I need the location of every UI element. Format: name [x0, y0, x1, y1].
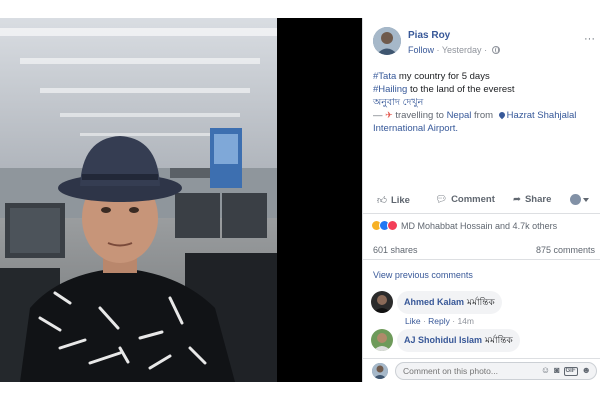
location-pin-icon	[497, 110, 506, 120]
sticker-icon[interactable]: ☻	[582, 365, 591, 375]
love-reaction-icon	[387, 220, 398, 231]
comment-like-link[interactable]: Like	[405, 316, 421, 326]
engagement-counts: 601 shares 875 comments	[363, 242, 600, 260]
post-text: #Tata my country for 5 days #Hailing to …	[373, 70, 595, 135]
see-translation-link[interactable]: অনুবাদ দেখুন	[373, 96, 595, 109]
comments-count[interactable]: 875 comments	[536, 245, 595, 255]
hashtag-tata[interactable]: #Tata	[373, 71, 396, 82]
caret-down-icon	[583, 198, 589, 202]
comment-composer: ☺ ◙ GIF ☻	[363, 358, 600, 382]
selfie-photo[interactable]	[0, 18, 277, 382]
post-line-1: #Tata my country for 5 days	[373, 70, 595, 83]
meta-separator: ·	[434, 45, 442, 55]
commenter-avatar[interactable]	[371, 329, 393, 351]
shares-count[interactable]: 601 shares	[373, 245, 418, 255]
commenter-avatar[interactable]	[371, 291, 393, 313]
camera-icon[interactable]: ◙	[554, 365, 559, 375]
travel-activity: — ✈ travelling to Nepal from Hazrat Shah…	[373, 109, 595, 135]
destination-link[interactable]: Nepal	[447, 110, 472, 121]
facebook-photo-viewer: Pias Roy Follow · Yesterday · ··· #Tata …	[0, 0, 600, 400]
composer-icons: ☺ ◙ GIF ☻	[537, 365, 591, 376]
travel-end: .	[455, 123, 459, 134]
speech-bubble-icon: 💬︎	[435, 194, 448, 205]
post-as-selector[interactable]	[570, 194, 589, 206]
commenter-name[interactable]: AJ Shohidul Islam	[404, 335, 482, 345]
globe-icon	[491, 46, 500, 54]
more-options-icon[interactable]: ···	[584, 33, 595, 45]
like-button[interactable]: 👍︎ Like	[377, 194, 410, 206]
follow-link[interactable]: Follow	[408, 45, 434, 55]
post-side-panel: Pias Roy Follow · Yesterday · ··· #Tata …	[362, 18, 600, 382]
gif-icon[interactable]: GIF	[563, 367, 578, 376]
comment-meta: Like · Reply · 14m	[405, 316, 474, 326]
post-meta: Follow · Yesterday ·	[408, 45, 500, 55]
view-previous-comments-link[interactable]: View previous comments	[373, 270, 473, 280]
travel-dash: —	[373, 110, 386, 121]
viewer-avatar	[372, 363, 388, 379]
hashtag-hailing[interactable]: #Hailing	[373, 84, 407, 95]
comment-label: Comment	[451, 194, 495, 205]
author-avatar[interactable]	[373, 27, 401, 55]
viewer-avatar	[570, 194, 581, 205]
post-actions: 👍︎ Like 💬︎ Comment ➦ Share	[363, 188, 600, 214]
like-label: Like	[390, 195, 410, 206]
thumbs-up-icon: 👍︎	[377, 195, 387, 206]
travel-text: travelling to	[392, 110, 447, 121]
post-header: Pias Roy Follow · Yesterday · ···	[373, 27, 599, 57]
comment-text: মর্মান্তিক	[467, 297, 495, 307]
airplane-icon: ✈	[385, 110, 393, 120]
reactions-names: MD Mohabbat Hossain and 4.7k others	[401, 221, 558, 231]
author-name[interactable]: Pias Roy	[408, 30, 450, 41]
meta-separator-2: ·	[481, 45, 490, 55]
comment-time[interactable]: 14m	[457, 316, 474, 326]
share-arrow-icon: ➦	[513, 194, 521, 205]
comment-bubble: Ahmed Kalam মর্মান্তিক	[397, 291, 502, 314]
comment-reply-link[interactable]: Reply	[428, 316, 450, 326]
travel-from: from	[471, 110, 496, 121]
commenter-name[interactable]: Ahmed Kalam	[404, 297, 464, 307]
share-button[interactable]: ➦ Share	[513, 194, 551, 205]
post-time[interactable]: Yesterday	[442, 45, 482, 55]
post-line-2: #Hailing to the land of the everest	[373, 83, 595, 96]
comment-text: মর্মান্তিক	[485, 335, 513, 345]
post-line-2-text: to the land of the everest	[407, 84, 515, 95]
share-label: Share	[524, 194, 552, 205]
reactions-summary[interactable]: MD Mohabbat Hossain and 4.7k others	[371, 220, 597, 236]
photo-viewer-pane	[0, 18, 362, 382]
comment-button[interactable]: 💬︎ Comment	[435, 194, 495, 205]
post-line-1-text: my country for 5 days	[396, 71, 490, 82]
comment-bubble: AJ Shohidul Islam মর্মান্তিক	[397, 329, 520, 352]
emoji-icon[interactable]: ☺	[541, 365, 550, 375]
